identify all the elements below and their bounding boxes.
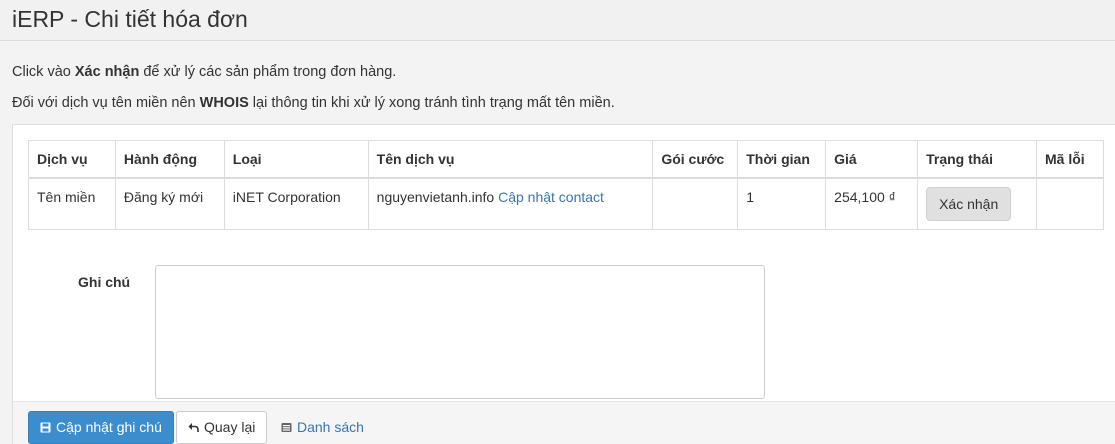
update-contact-link[interactable]: Cập nhật contact — [498, 189, 604, 205]
table-row: Tên miền Đăng ký mới iNET Corporation ng… — [28, 177, 1105, 230]
intro-line-2: Đối với dịch vụ tên miền nên WHOIS lại t… — [12, 94, 615, 112]
page-header: iERP - Chi tiết hóa đơn — [0, 0, 1115, 41]
column-header: Loại — [223, 140, 369, 179]
intro-bold: WHOIS — [199, 95, 249, 111]
page-title: iERP - Chi tiết hóa đơn — [12, 6, 248, 32]
intro-text: lại thông tin khi xử lý xong tránh tình … — [248, 95, 615, 111]
back-button[interactable]: Quay lại — [176, 411, 268, 444]
cell-type: iNET Corporation — [223, 177, 369, 230]
cell-status: Xác nhận — [917, 177, 1037, 230]
form-actions: Cập nhật ghi chú Quay lại Danh sách — [13, 401, 1115, 444]
column-header: Tên dịch vụ — [367, 140, 654, 179]
cell-service-name: nguyenvietanh.info Cập nhật contact — [367, 177, 654, 230]
update-note-button[interactable]: Cập nhật ghi chú — [28, 411, 174, 444]
save-icon — [40, 422, 51, 433]
column-header: Gói cước — [652, 140, 739, 179]
column-header: Hành động — [114, 140, 225, 179]
cell-duration: 1 — [737, 177, 827, 230]
service-name-text: nguyenvietanh.info — [376, 188, 495, 205]
intro-text: để xử lý các sản phẩm trong đơn hàng. — [139, 64, 397, 80]
confirm-button[interactable]: Xác nhận — [926, 186, 1012, 221]
note-label: Ghi chú — [78, 274, 131, 290]
list-link[interactable]: Danh sách — [275, 411, 370, 444]
note-textarea[interactable] — [155, 265, 765, 399]
intro-text: Click vào — [12, 64, 75, 80]
column-header: Trạng thái — [917, 140, 1037, 179]
column-header: Thời gian — [737, 140, 827, 179]
intro-line-1: Click vào Xác nhận để xử lý các sản phẩm… — [12, 63, 396, 81]
list-icon — [281, 423, 292, 432]
column-header: Giá — [825, 140, 919, 179]
update-note-label: Cập nhật ghi chú — [56, 419, 162, 435]
cell-price: 254,100 ₫ — [825, 177, 919, 230]
invoice-panel: Dịch vụ Hành động Loại Tên dịch vụ Gói c… — [12, 124, 1115, 444]
intro-bold: Xác nhận — [74, 64, 140, 80]
invoice-items-table: Dịch vụ Hành động Loại Tên dịch vụ Gói c… — [28, 140, 1105, 230]
cell-action: Đăng ký mới — [114, 177, 225, 230]
cell-service: Tên miền — [28, 177, 116, 230]
column-header: Dịch vụ — [28, 140, 116, 179]
cell-plan — [652, 177, 739, 230]
intro-text: Đối với dịch vụ tên miền nên — [12, 95, 200, 111]
back-arrow-icon — [188, 423, 199, 432]
back-label: Quay lại — [204, 419, 256, 435]
column-header: Mã lỗi — [1035, 140, 1105, 179]
cell-error-code — [1035, 177, 1105, 230]
list-label: Danh sách — [297, 419, 364, 435]
table-header-row: Dịch vụ Hành động Loại Tên dịch vụ Gói c… — [28, 140, 1105, 179]
